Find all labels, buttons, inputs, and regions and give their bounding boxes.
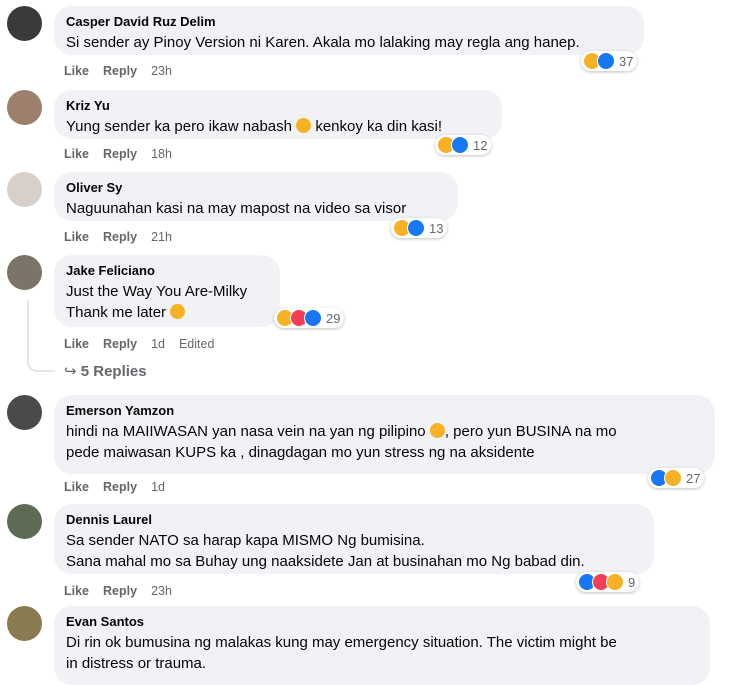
reaction-count: 9: [628, 574, 636, 590]
comment-text: pede maiwasan KUPS ka , dinagdagan mo yu…: [66, 444, 535, 461]
like-button[interactable]: Like: [64, 480, 89, 494]
reply-button[interactable]: Reply: [103, 584, 137, 598]
reaction-count: 29: [326, 310, 341, 326]
reaction-count: 13: [429, 220, 444, 236]
reply-button[interactable]: Reply: [103, 480, 137, 494]
text-part: hindi na MAIIWASAN yan nasa vein na yan …: [66, 423, 426, 440]
timestamp[interactable]: 23h: [151, 64, 172, 78]
comment-actions: Like Reply 23h: [64, 64, 186, 78]
like-button[interactable]: Like: [64, 337, 89, 351]
reply-button[interactable]: Reply: [103, 147, 137, 161]
comment-text: Yung sender ka pero ikaw nabash kenkoy k…: [66, 116, 490, 137]
comment-actions: Like Reply 21h: [64, 230, 186, 244]
comment-bubble: Kriz Yu Yung sender ka pero ikaw nabash …: [54, 90, 502, 139]
reply-button[interactable]: Reply: [103, 230, 137, 244]
text-part: kenkoy ka din kasi!: [311, 118, 443, 135]
view-replies-link[interactable]: ↪ 5 Replies: [64, 362, 147, 380]
reaction-summary[interactable]: 37: [581, 51, 638, 71]
like-icon: [597, 52, 615, 70]
reaction-summary[interactable]: 12: [435, 135, 492, 155]
upside-down-emoji-icon: [429, 423, 445, 438]
avatar[interactable]: [7, 504, 42, 539]
comment-actions: Like Reply 18h: [64, 147, 186, 161]
reaction-summary[interactable]: 9: [576, 572, 640, 592]
comment-author[interactable]: Casper David Ruz Delim: [66, 14, 632, 30]
text-part: , pero yun BUSINA na mo: [444, 423, 617, 440]
avatar[interactable]: [7, 255, 42, 290]
reply-arrow-icon: ↪: [64, 363, 77, 380]
text-part: Thank me later: [66, 304, 167, 321]
comment-author[interactable]: Jake Feliciano: [66, 263, 268, 279]
comment-actions: Like Reply 1d Edited: [64, 337, 228, 351]
like-button[interactable]: Like: [64, 147, 89, 161]
like-button[interactable]: Like: [64, 64, 89, 78]
comment-bubble: Evan Santos Di rin ok bumusina ng malaka…: [54, 606, 710, 685]
comment-actions: Like Reply 23h: [64, 584, 186, 598]
smile-emoji-icon: [170, 304, 186, 319]
timestamp[interactable]: 21h: [151, 230, 172, 244]
avatar[interactable]: [7, 606, 42, 641]
timestamp[interactable]: 1d: [151, 480, 165, 494]
reaction-summary[interactable]: 27: [648, 468, 705, 488]
reply-button[interactable]: Reply: [103, 64, 137, 78]
comment-text: Sa sender NATO sa harap kapa MISMO Ng bu…: [66, 532, 425, 549]
comment-bubble: Dennis Laurel Sa sender NATO sa harap ka…: [54, 504, 654, 574]
comment-bubble: Oliver Sy Naguunahan kasi na may mapost …: [54, 172, 458, 221]
like-icon: [407, 219, 425, 237]
reaction-summary[interactable]: 29: [274, 308, 345, 328]
comment-actions: Like Reply 1d: [64, 480, 179, 494]
comment-author[interactable]: Evan Santos: [66, 614, 698, 630]
comment-text: Sana mahal mo sa Buhay ung naaksidete Ja…: [66, 553, 585, 570]
text-part: Yung sender ka pero ikaw nabash: [66, 118, 297, 135]
reply-button[interactable]: Reply: [103, 337, 137, 351]
reaction-summary[interactable]: 13: [391, 218, 448, 238]
comment-author[interactable]: Kriz Yu: [66, 98, 490, 114]
edited-label: Edited: [178, 337, 215, 351]
replies-count: 5 Replies: [80, 363, 147, 380]
like-icon: [304, 309, 322, 327]
comment-bubble: Casper David Ruz Delim Si sender ay Pino…: [54, 6, 644, 55]
haha-icon: [664, 469, 682, 487]
laughing-emoji-icon: [296, 118, 312, 133]
comment-text: Just the Way You Are-Milky: [66, 283, 248, 300]
reaction-count: 37: [619, 53, 634, 69]
comment-author[interactable]: Emerson Yamzon: [66, 403, 703, 419]
comment-text: Naguunahan kasi na may mapost na video s…: [66, 200, 407, 217]
comment-bubble: Emerson Yamzon hindi na MAIIWASAN yan na…: [54, 395, 715, 474]
avatar[interactable]: [7, 6, 42, 41]
timestamp[interactable]: 1d: [151, 337, 165, 351]
thread-connector: [27, 300, 55, 372]
comment-bubble: Jake Feliciano Just the Way You Are-Milk…: [54, 255, 280, 327]
comment-text: Thank me later: [66, 302, 268, 323]
comment-text: Si sender ay Pinoy Version ni Karen. Aka…: [66, 34, 580, 51]
timestamp[interactable]: 23h: [151, 584, 172, 598]
comment-text: hindi na MAIIWASAN yan nasa vein na yan …: [66, 421, 703, 442]
reaction-count: 27: [686, 470, 701, 486]
comment-text: in distress or trauma.: [66, 655, 207, 672]
like-button[interactable]: Like: [64, 230, 89, 244]
reaction-count: 12: [473, 137, 488, 153]
haha-icon: [606, 573, 624, 591]
comment-author[interactable]: Oliver Sy: [66, 180, 446, 196]
avatar[interactable]: [7, 172, 42, 207]
like-icon: [451, 136, 469, 154]
avatar[interactable]: [7, 395, 42, 430]
comment-author[interactable]: Dennis Laurel: [66, 512, 642, 528]
avatar[interactable]: [7, 90, 42, 125]
comment-text: Di rin ok bumusina ng malakas kung may e…: [66, 634, 617, 651]
timestamp[interactable]: 18h: [151, 147, 172, 161]
like-button[interactable]: Like: [64, 584, 89, 598]
